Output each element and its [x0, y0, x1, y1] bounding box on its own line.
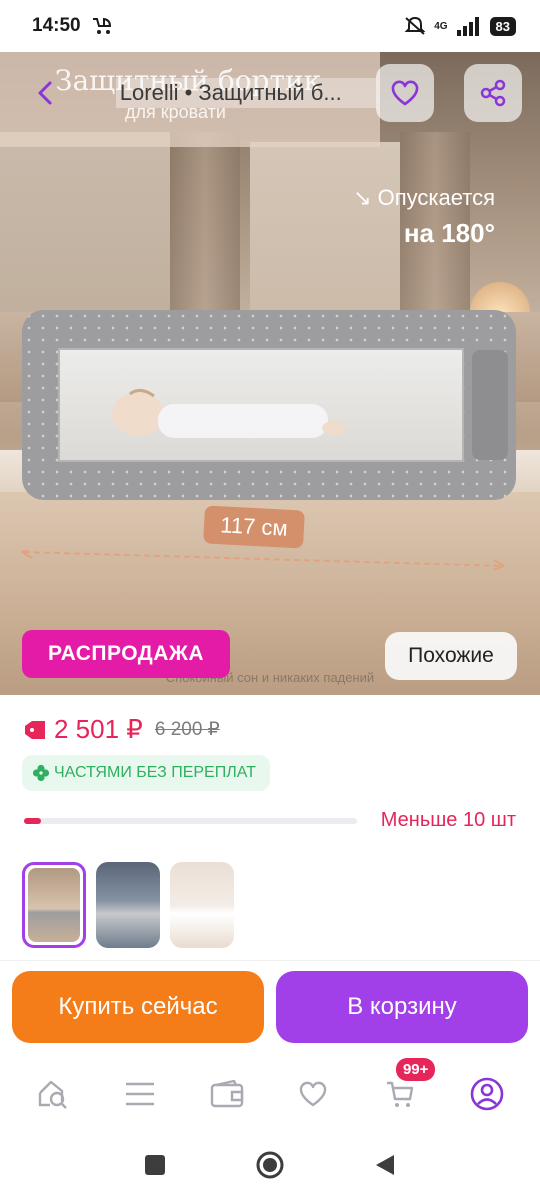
- nav-home[interactable]: [23, 1064, 83, 1124]
- cart-count-badge: 99+: [395, 1058, 436, 1081]
- home-icon[interactable]: [256, 1151, 284, 1179]
- mute-icon: [404, 16, 426, 35]
- favorites-icon: [300, 1081, 327, 1107]
- share-button[interactable]: [464, 64, 522, 122]
- hero-caption-line2: на 180°: [403, 218, 495, 248]
- price-old: 6 200 ₽: [154, 719, 220, 740]
- nav-favorites[interactable]: [283, 1064, 343, 1124]
- clover-icon: [32, 764, 50, 782]
- hero-window: [250, 142, 400, 332]
- back-icon: [38, 81, 52, 105]
- price-current: 2 501 ₽: [54, 714, 143, 744]
- heart-icon: [391, 80, 419, 106]
- stock-progress: [24, 818, 357, 824]
- stock-progress-fill: [24, 818, 41, 824]
- rail-side: [472, 350, 508, 460]
- installment-badge[interactable]: ЧАСТЯМИ БЕЗ ПЕРЕПЛАТ: [22, 755, 270, 791]
- sale-badge: РАСПРОДАЖА: [22, 630, 230, 678]
- share-icon: [480, 79, 506, 107]
- installment-text: ЧАСТЯМИ БЕЗ ПЕРЕПЛАТ: [54, 764, 256, 781]
- baby-illustration: [112, 389, 346, 438]
- battery-level: 83: [489, 16, 516, 36]
- product-image[interactable]: Защитный бортик для кровати ↘ Опускается…: [0, 52, 540, 695]
- wallet-icon: [210, 1080, 243, 1108]
- thumbnail-1[interactable]: [22, 862, 86, 948]
- catalog-icon: [125, 1082, 154, 1106]
- similar-button[interactable]: Похожие: [385, 632, 517, 680]
- network-type: 4G: [434, 20, 448, 32]
- cart-icon: [386, 1081, 414, 1107]
- signal-icon: [456, 17, 479, 36]
- stock-label: Меньше 10 шт: [380, 809, 516, 831]
- status-bar: 14:50 4G 83: [0, 0, 540, 52]
- buy-now-button[interactable]: Купить сейчас: [12, 971, 264, 1043]
- back-nav-icon[interactable]: [374, 1153, 396, 1177]
- thumbnail-strip: [22, 862, 234, 948]
- recents-icon[interactable]: [144, 1154, 166, 1176]
- top-bar: Lorelli • Защитный б...: [0, 52, 540, 134]
- stroller-icon: [92, 17, 111, 34]
- thumbnail-3[interactable]: [170, 862, 234, 948]
- hero-caption-line1: ↘ Опускается: [353, 185, 495, 210]
- back-button[interactable]: [18, 64, 72, 122]
- nav-cart[interactable]: 99+: [370, 1058, 436, 1124]
- search-home-icon: [39, 1080, 68, 1109]
- system-nav-bar: [0, 1130, 540, 1200]
- purchase-actions: Купить сейчас В корзину: [0, 960, 540, 1052]
- page-title: Lorelli • Защитный б...: [115, 78, 376, 108]
- status-time: 14:50: [32, 15, 81, 36]
- dimension-label: 117 см: [203, 505, 305, 549]
- bottom-nav: 99+: [0, 1058, 540, 1130]
- favorite-button[interactable]: [376, 64, 434, 122]
- status-icons: 4G 83: [404, 16, 516, 36]
- nav-profile[interactable]: [457, 1064, 517, 1124]
- dimension-arrow: [21, 550, 505, 570]
- price-tag-icon: [25, 720, 45, 739]
- nav-catalog[interactable]: [110, 1064, 170, 1124]
- add-to-cart-button[interactable]: В корзину: [276, 971, 528, 1043]
- profile-icon: [470, 1077, 503, 1111]
- thumbnail-2[interactable]: [96, 862, 160, 948]
- nav-wallet[interactable]: [197, 1064, 257, 1124]
- price-row: 2 501 ₽ 6 200 ₽: [24, 714, 220, 745]
